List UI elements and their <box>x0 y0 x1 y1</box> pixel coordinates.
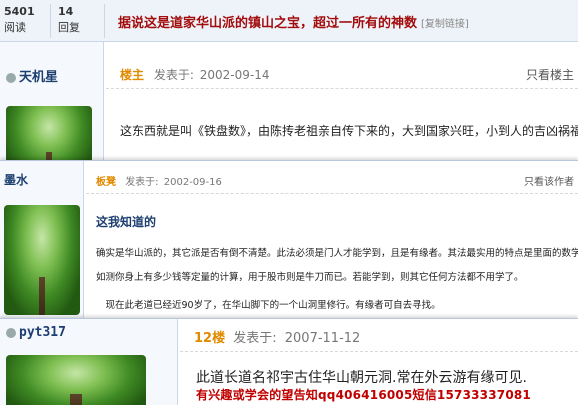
stat-divider <box>104 4 105 38</box>
author-name[interactable]: 天机星 <box>6 66 58 85</box>
post-heading: 这我知道的 <box>96 215 157 229</box>
views-stat: 5401 阅读 <box>4 4 35 36</box>
stat-divider <box>50 4 51 38</box>
avatar[interactable] <box>6 106 92 162</box>
post-date: 2002-09-16 <box>163 177 222 188</box>
author-name[interactable]: 墨水 <box>4 171 28 188</box>
thread-header: 5401 阅读 14 回复 据说这是道家华山派的镇山之宝，超过一所有的神数 [复制… <box>0 0 578 42</box>
contact-banner: 有兴趣或学会的望告知qq406416005短信15733337081 <box>196 388 531 402</box>
author-sidebar: 墨水 <box>0 161 84 322</box>
avatar[interactable] <box>6 355 146 405</box>
replies-stat: 14 回复 <box>58 4 80 36</box>
post-2: 墨水 板凳 发表于: 2002-09-16 只看该作者 这我知道的 确实是华山派… <box>0 160 578 322</box>
views-label: 阅读 <box>4 21 26 34</box>
only-author-link[interactable]: 只看楼主 <box>526 66 574 83</box>
posted-label: 发表于: <box>125 177 159 188</box>
views-count: 5401 <box>4 5 35 18</box>
user-icon <box>6 327 16 338</box>
post-1: 天机星 楼主 发表于: 2002-09-14 只看楼主 这东西就是叫《铁盘数》，… <box>0 42 578 162</box>
replies-count: 14 <box>58 5 74 18</box>
thread-title: 据说这是道家华山派的镇山之宝，超过一所有的神数 [复制链接] <box>118 12 469 31</box>
author-name[interactable]: pyt317 <box>6 325 66 340</box>
author-sidebar: pyt317 <box>0 319 178 405</box>
avatar[interactable] <box>4 205 80 315</box>
floor-label: 板凳 <box>96 177 116 188</box>
post-line: 确实是华山派的，其它派是否有倒不清楚。此法必须是门人才能学到，且是有缘者。其法最… <box>96 248 578 259</box>
floor-label: 楼主 <box>120 68 145 82</box>
replies-label: 回复 <box>58 21 80 34</box>
thread-title-text: 据说这是道家华山派的镇山之宝，超过一所有的神数 <box>118 16 418 31</box>
posted-label: 发表于: <box>153 68 194 82</box>
post-line: 这东西就是叫《铁盘数》，由陈抟老祖亲自传下来的，大到国家兴旺，小到人的吉凶祸福，… <box>120 124 578 138</box>
posted-label: 发表于: <box>233 331 277 346</box>
post-meta: 板凳 发表于: 2002-09-16 <box>96 173 222 188</box>
post-date: 2002-09-14 <box>199 68 270 82</box>
post-line: 此道长道名祁宇古住华山朝元洞.常在外云游有缘可见. <box>196 370 527 386</box>
divider <box>106 88 578 89</box>
divider <box>180 351 578 352</box>
post-meta: 楼主 发表于: 2002-09-14 <box>120 66 269 83</box>
post-line: 现在此老道已经近90岁了，在华山脚下的一个山洞里修行。有缘者可自去寻找。 <box>96 300 441 311</box>
floor-label: 12楼 <box>194 331 226 346</box>
post-line: 如测你身上有多少钱等定量的计算，用于股市则是牛刀而已。若能学到，则其它任何方法都… <box>96 272 524 283</box>
only-author-link[interactable]: 只看该作者 <box>524 173 574 188</box>
user-icon <box>6 72 16 83</box>
copy-link-button[interactable]: [复制链接] <box>421 19 469 30</box>
post-date: 2007-11-12 <box>284 331 361 346</box>
author-sidebar: 天机星 <box>0 42 104 162</box>
divider <box>86 193 578 194</box>
post-meta: 12楼 发表于: 2007-11-12 <box>194 327 360 346</box>
